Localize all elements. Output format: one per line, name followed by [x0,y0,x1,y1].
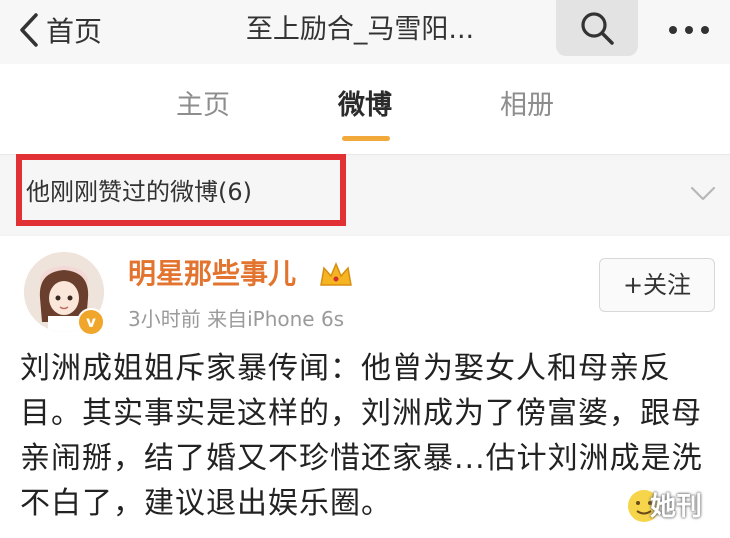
more-button[interactable] [664,10,714,50]
tab-album[interactable]: 相册 [500,84,554,128]
profile-tabs: 主页 微博 相册 [0,64,730,155]
chevron-left-icon [20,13,38,47]
search-button[interactable] [556,0,638,56]
verified-badge: v [77,308,105,336]
tab-weibo[interactable]: 微博 [338,84,392,128]
page-title: 至上励合_马雪阳... [245,14,475,45]
back-label: 首页 [46,15,103,48]
active-tab-indicator [342,136,390,141]
more-dots-icon [669,26,709,34]
back-button[interactable]: 首页 [18,10,102,50]
author-name[interactable]: 明星那些事儿 [128,254,296,294]
chevron-down-icon[interactable] [688,178,718,208]
recently-liked-label[interactable]: 他刚刚赞过的微博(6) [26,172,252,212]
crown-icon [320,262,352,286]
follow-button[interactable]: +关注 [599,258,715,312]
tab-home[interactable]: 主页 [176,84,230,128]
post-meta: 3小时前 来自iPhone 6s [128,307,345,331]
watermark: 她刊 [650,492,703,522]
post-text: 刘洲成姐姐斥家暴传闻：他曾为娶女人和母亲反目。其实事实是这样的，刘洲成为了傍富婆… [20,351,703,521]
top-nav-bar: 首页 至上励合_马雪阳... [0,0,730,64]
search-icon [581,12,614,45]
